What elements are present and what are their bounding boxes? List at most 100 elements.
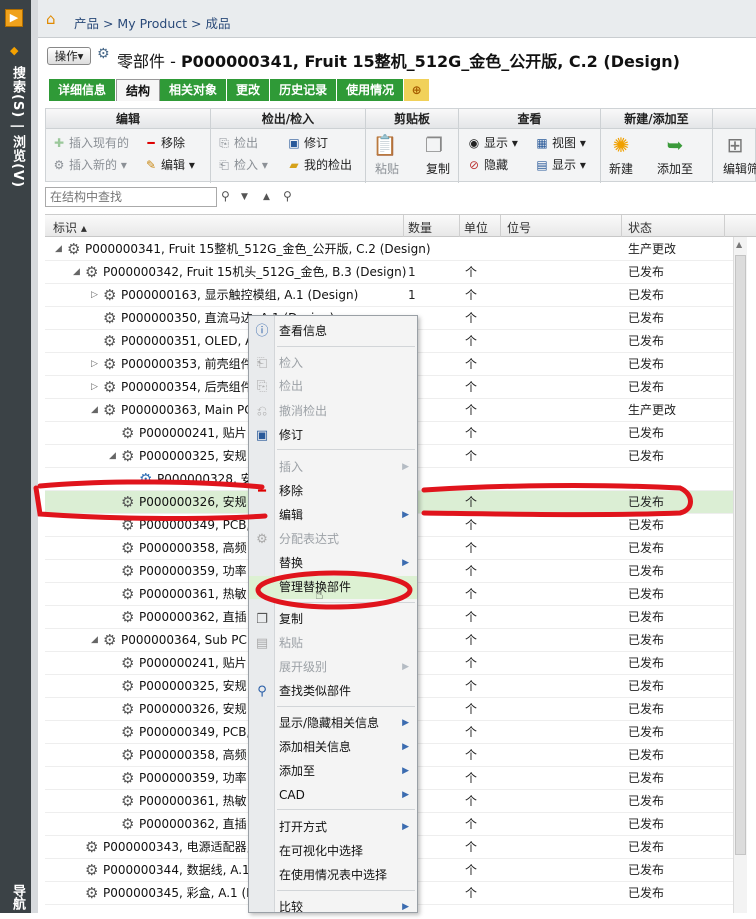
hide-button[interactable]: ⊘ 隐藏 <box>467 156 508 173</box>
navigator-toggle-button[interactable]: ▶ <box>5 9 23 27</box>
part-identifier[interactable]: P000000359, 功率电 <box>139 767 259 789</box>
collapse-icon[interactable]: ◢ <box>73 261 80 283</box>
context-menu-item[interactable]: 在可视化中选择 <box>249 840 417 863</box>
splitter[interactable] <box>31 0 38 913</box>
scrollbar-thumb[interactable] <box>735 255 746 855</box>
part-identifier[interactable]: P000000361, 热敏电 <box>139 583 259 605</box>
part-identifier[interactable]: P000000351, OLED, A. <box>121 330 257 352</box>
part-identifier[interactable]: P000000326, 安规电 <box>139 698 259 720</box>
collapse-icon[interactable]: ◢ <box>55 238 62 260</box>
add-tab-button[interactable]: ⊕ <box>404 79 431 101</box>
expand-icon[interactable]: ▷ <box>91 376 98 398</box>
actions-menu-button[interactable]: 操作▾ <box>47 47 91 65</box>
toolbar-copy-button[interactable]: 复制 <box>426 160 450 177</box>
column-header-status[interactable]: 状态 <box>628 219 652 236</box>
toolbar-remove-button[interactable]: ━ 移除 <box>144 134 185 151</box>
part-identifier[interactable]: P000000349, PCB, A <box>139 721 262 743</box>
context-menu-item[interactable]: ⚲ 查找类似部件 <box>249 680 417 703</box>
context-menu-item[interactable]: ▣ 修订 <box>249 424 417 447</box>
vertical-scrollbar[interactable]: ▲ <box>733 237 747 913</box>
column-header-id[interactable]: 标识 ▴ <box>53 219 87 236</box>
part-identifier[interactable]: P000000326, 安规电 <box>139 491 259 513</box>
part-identifier[interactable]: P000000358, 高频电 <box>139 744 259 766</box>
check-out-button[interactable]: ⎘ 检出 <box>217 134 258 151</box>
part-identifier[interactable]: P000000358, 高频电 <box>139 537 259 559</box>
navigator-browse-tab[interactable]: 浏览(V) <box>10 135 25 188</box>
context-menu-item[interactable]: ⚙ 分配表达式 <box>249 528 417 551</box>
context-menu-item[interactable]: 添加至 ▶ <box>249 760 417 783</box>
table-row[interactable]: ◢ ⚙ P000000342, Fruit 15机头_512G_金色, B.3 (D… <box>45 261 745 284</box>
context-menu-item[interactable]: 插入 ▶ <box>249 456 417 479</box>
context-menu-item[interactable]: ⓘ 查看信息 <box>249 320 417 343</box>
revise-button[interactable]: ▣ 修订 <box>287 134 328 151</box>
column-header-qty[interactable]: 数量 <box>408 219 432 236</box>
part-identifier[interactable]: P000000345, 彩盒, A.1 (De <box>103 882 263 904</box>
breadcrumb[interactable]: 产品 > My Product > 成品 <box>74 13 230 32</box>
add-to-button[interactable]: 添加至 <box>657 160 693 177</box>
tab-history[interactable]: 历史记录 <box>270 79 338 101</box>
collapse-icon[interactable]: ◢ <box>109 445 116 467</box>
column-header-unit[interactable]: 单位 <box>464 219 488 236</box>
toolbar-edit-button[interactable]: ✎ 编辑 ▾ <box>144 156 195 173</box>
expand-icon[interactable]: ▷ <box>91 284 98 306</box>
part-identifier[interactable]: P000000163, 显示触控模组, A.1 (Design) <box>121 284 358 306</box>
part-identifier[interactable]: P000000354, 后壳组件, <box>121 376 256 398</box>
part-identifier[interactable]: P000000241, 贴片电 <box>139 652 259 674</box>
context-menu-item[interactable]: 展开级别 ▶ <box>249 656 417 679</box>
context-menu-item[interactable]: 添加相关信息 ▶ <box>249 736 417 759</box>
part-identifier[interactable]: P000000362, 直插电 <box>139 813 259 835</box>
display-button[interactable]: ▤ 显示 ▾ <box>535 156 586 173</box>
part-identifier[interactable]: P000000349, PCB, A <box>139 514 262 536</box>
context-menu-item[interactable]: 比较 ▶ <box>249 896 417 919</box>
navigator-search-tab[interactable]: 搜索(S) <box>10 66 25 118</box>
insert-existing-button[interactable]: ✚ 插入现有的 <box>52 134 129 151</box>
new-button[interactable]: 新建 <box>609 160 633 177</box>
table-row[interactable]: ▷ ⚙ P000000163, 显示触控模组, A.1 (Design) 1 个 已发布 <box>45 284 745 307</box>
column-header-position[interactable]: 位号 <box>507 219 531 236</box>
edit-filter-button[interactable]: 编辑筛 <box>723 160 756 177</box>
context-menu-item[interactable]: 显示/隐藏相关信息 ▶ <box>249 712 417 735</box>
part-identifier[interactable]: P000000343, 电源适配器, A <box>103 836 262 858</box>
context-menu-item[interactable]: ❐ 复制 <box>249 608 417 631</box>
part-identifier[interactable]: P000000361, 热敏电 <box>139 790 259 812</box>
context-menu-item[interactable]: CAD ▶ <box>249 784 417 807</box>
part-identifier[interactable]: P000000341, Fruit 15整机_512G_金色_公开版, C.2 … <box>85 238 431 260</box>
tab-where-used[interactable]: 使用情况 <box>337 79 405 101</box>
search-down-icon[interactable]: ▼ <box>241 192 248 202</box>
home-icon[interactable]: ⌂ <box>46 10 56 28</box>
tab-changes[interactable]: 更改 <box>227 79 271 101</box>
part-identifier[interactable]: P000000342, Fruit 15机头_512G_金色, B.3 (Des… <box>103 261 406 283</box>
show-button[interactable]: ◉ 显示 ▾ <box>467 134 518 151</box>
search-up-icon[interactable]: ▲ <box>263 192 270 202</box>
expand-icon[interactable]: ▷ <box>91 353 98 375</box>
my-checkouts-button[interactable]: ▰ 我的检出 <box>287 156 352 173</box>
part-identifier[interactable]: P000000364, Sub PCBA <box>121 629 263 651</box>
context-menu-item[interactable]: ⎘ 检出 <box>249 375 417 398</box>
check-in-button[interactable]: ⎗ 检入 ▾ <box>217 156 268 173</box>
part-identifier[interactable]: P000000362, 直插电 <box>139 606 259 628</box>
binoculars-icon[interactable]: ⚲ <box>221 189 230 203</box>
scroll-up-icon[interactable]: ▲ <box>736 240 742 249</box>
find-all-icon[interactable]: ⚲ <box>283 189 292 203</box>
table-row[interactable]: ◢ ⚙ P000000341, Fruit 15整机_512G_金色_公开版, C.… <box>45 238 745 261</box>
part-identifier[interactable]: P000000241, 贴片电 <box>139 422 259 444</box>
part-identifier[interactable]: P000000359, 功率电 <box>139 560 259 582</box>
context-menu-item[interactable]: 管理替换部件 ☝ <box>249 576 417 603</box>
context-menu-item[interactable]: 编辑 ▶ <box>249 504 417 527</box>
toolbar-paste-button[interactable]: 粘贴 <box>375 160 399 177</box>
collapse-icon[interactable]: ◢ <box>91 629 98 651</box>
insert-new-button[interactable]: ⚙ 插入新的 ▾ <box>52 156 127 173</box>
part-identifier[interactable]: P000000363, Main PCB <box>121 399 261 421</box>
tab-structure[interactable]: 结构 <box>116 79 161 101</box>
context-menu-item[interactable]: 打开方式 ▶ <box>249 816 417 839</box>
pin-icon[interactable]: ◆ <box>10 44 18 57</box>
part-identifier[interactable]: P000000353, 前壳组件, <box>121 353 256 375</box>
context-menu-item[interactable]: 在使用情况表中选择 <box>249 864 417 887</box>
structure-search-input[interactable] <box>45 187 217 207</box>
context-menu-item[interactable]: ⎌ 撤消检出 <box>249 400 417 423</box>
context-menu-item[interactable]: 替换 ▶ <box>249 552 417 575</box>
tab-details[interactable]: 详细信息 <box>49 79 117 101</box>
tab-related-objects[interactable]: 相关对象 <box>160 79 228 101</box>
part-identifier[interactable]: P000000325, 安规电 <box>139 675 259 697</box>
context-menu-item[interactable]: ━ 移除 <box>249 480 417 503</box>
